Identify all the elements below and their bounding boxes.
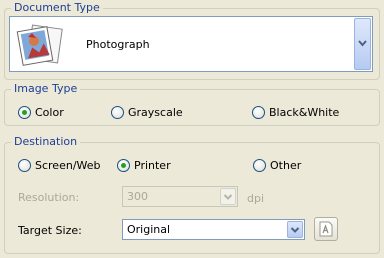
scale-size-icon [319,221,333,237]
destination-legend: Destination [11,135,81,149]
resolution-unit: dpi [247,192,265,205]
document-type-combo[interactable]: Photograph [9,16,373,72]
resolution-label: Resolution: [18,191,80,204]
radio-label: Grayscale [128,105,183,119]
scale-size-button[interactable] [314,217,338,241]
radio-label: Printer [134,158,171,172]
radio-selected-icon [117,158,130,172]
image-type-grayscale-radio[interactable]: Grayscale [111,104,183,120]
document-type-legend: Document Type [11,1,103,15]
target-size-combo[interactable]: Original [122,219,305,240]
chevron-down-icon [223,194,233,200]
radio-label: Color [35,105,64,119]
image-type-blackwhite-radio[interactable]: Black&White [252,104,339,120]
photograph-icon [16,24,63,66]
destination-printer-radio[interactable]: Printer [117,157,171,173]
target-size-dropdown-button[interactable] [287,221,303,238]
resolution-dropdown-button [220,188,236,205]
target-size-value: Original [127,223,171,236]
target-size-label: Target Size: [18,224,82,237]
radio-unselected-icon [18,158,31,172]
radio-unselected-icon [253,158,266,172]
image-type-legend: Image Type [11,82,81,96]
destination-screenweb-radio[interactable]: Screen/Web [18,157,101,173]
destination-other-radio[interactable]: Other [253,157,301,173]
radio-label: Screen/Web [35,158,101,172]
radio-selected-icon [18,105,31,119]
resolution-value: 300 [127,190,148,203]
radio-unselected-icon [111,105,124,119]
document-type-dropdown-button[interactable] [354,18,371,70]
document-type-value: Photograph [86,38,150,51]
chevron-down-icon [290,227,300,233]
radio-label: Other [270,158,302,172]
radio-label: Black&White [269,105,340,119]
image-type-color-radio[interactable]: Color [18,104,64,120]
resolution-combo: 300 [122,186,238,207]
chevron-down-icon [358,40,367,47]
radio-unselected-icon [252,105,265,119]
